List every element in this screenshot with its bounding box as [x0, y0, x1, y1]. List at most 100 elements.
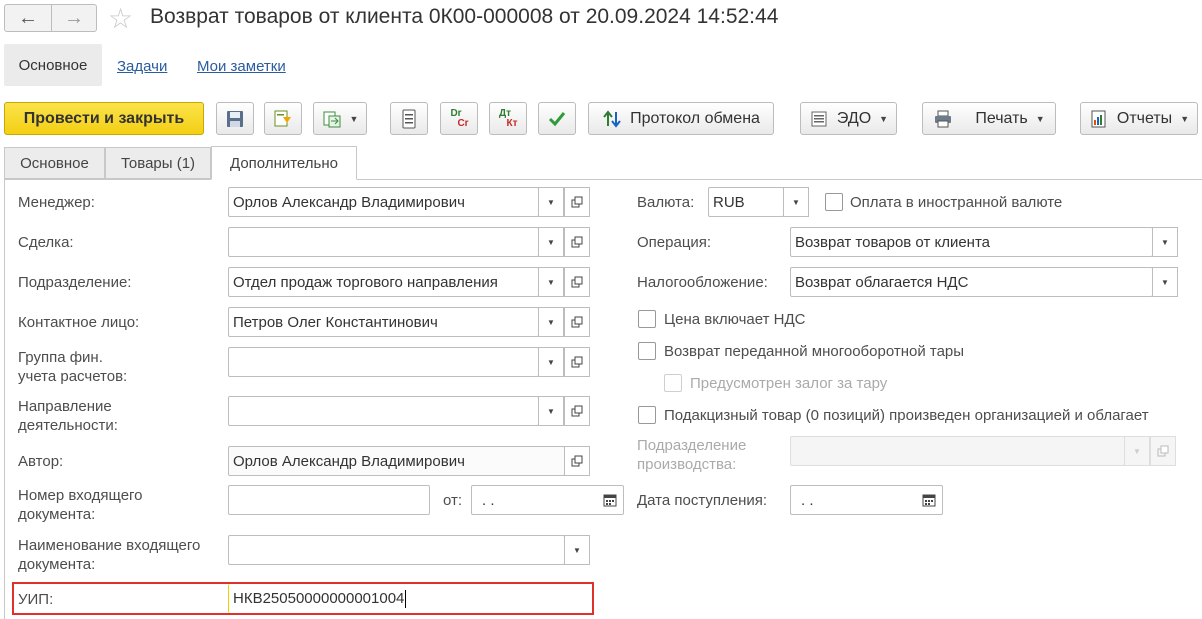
post-button[interactable]	[264, 102, 302, 135]
open-window-icon	[571, 276, 583, 288]
foreign-currency-checkbox[interactable]	[825, 193, 843, 211]
report-icon	[1091, 110, 1106, 127]
create-based-on-button[interactable]: ▼	[313, 102, 367, 135]
price-includes-vat-label: Цена включает НДС	[664, 311, 806, 328]
chevron-down-icon: ▼	[547, 406, 555, 416]
cr-label: Cr	[457, 117, 469, 129]
deal-field[interactable]	[228, 227, 539, 257]
dr-cr-button[interactable]: Dr Cr	[440, 102, 478, 135]
section-notes-link[interactable]: Мои заметки	[197, 58, 286, 75]
tab-pane-border	[4, 179, 5, 619]
reports-button[interactable]: Отчеты ▼	[1080, 102, 1198, 135]
returnable-tare-label: Возврат переданной многооборотной тары	[664, 343, 965, 360]
excise-checkbox[interactable]	[638, 406, 656, 424]
fin-group-label-line2: учета расчетов:	[18, 368, 128, 385]
incoming-number-label-line1: Номер входящего	[18, 487, 143, 504]
tab-main[interactable]: Основное	[4, 147, 105, 179]
fin-group-field[interactable]	[228, 347, 539, 377]
fin-group-open-button[interactable]	[564, 347, 590, 377]
direction-field[interactable]	[228, 396, 539, 426]
print-button[interactable]: Печать ▼	[922, 102, 1056, 135]
taxation-field[interactable]: Возврат облагается НДС	[790, 267, 1153, 297]
operation-field[interactable]: Возврат товаров от клиента	[790, 227, 1153, 257]
post-document-icon	[274, 110, 291, 126]
uip-field[interactable]: НКВ25050000000001004	[228, 584, 591, 613]
forward-button[interactable]: →	[51, 4, 97, 32]
dt-kt-button[interactable]: Дт Кт	[489, 102, 527, 135]
structure-button[interactable]	[390, 102, 428, 135]
chevron-down-icon: ▼	[1133, 446, 1141, 456]
open-window-icon	[571, 455, 583, 467]
taxation-label: Налогообложение:	[637, 274, 768, 291]
contact-open-button[interactable]	[564, 307, 590, 337]
check-button[interactable]	[538, 102, 576, 135]
checkmark-icon	[548, 111, 566, 126]
incoming-name-field[interactable]	[228, 535, 565, 565]
currency-dropdown[interactable]: ▼	[783, 187, 809, 217]
division-label: Подразделение:	[18, 274, 132, 291]
section-main[interactable]: Основное	[4, 44, 102, 86]
taxation-dropdown[interactable]: ▼	[1152, 267, 1178, 297]
tab-goods[interactable]: Товары (1)	[105, 147, 211, 179]
incoming-name-label-line1: Наименование входящего	[18, 537, 201, 554]
production-division-field[interactable]	[790, 436, 1125, 466]
star-icon[interactable]: ☆	[108, 2, 133, 35]
division-open-button[interactable]	[564, 267, 590, 297]
uip-label: УИП:	[18, 591, 54, 608]
division-field[interactable]: Отдел продаж торгового направления	[228, 267, 539, 297]
chevron-down-icon: ▼	[1161, 237, 1169, 247]
exchange-protocol-button[interactable]: Протокол обмена	[588, 102, 774, 135]
edo-button[interactable]: ЭДО ▼	[800, 102, 897, 135]
tare-deposit-checkbox[interactable]	[664, 374, 682, 392]
tab-divider	[4, 179, 1202, 180]
floppy-disk-icon	[227, 110, 243, 127]
chevron-down-icon: ▼	[1035, 113, 1045, 124]
text-cursor	[405, 589, 407, 608]
print-label: Печать	[975, 109, 1028, 127]
fin-group-dropdown[interactable]: ▼	[538, 347, 564, 377]
manager-open-button[interactable]	[564, 187, 590, 217]
production-division-label-line2: производства:	[637, 456, 737, 473]
contact-label: Контактное лицо:	[18, 314, 140, 331]
incoming-date-label: от:	[443, 492, 463, 509]
contact-field[interactable]: Петров Олег Константинович	[228, 307, 539, 337]
arrow-right-icon: →	[64, 6, 84, 29]
receipt-date-calendar-button[interactable]	[916, 485, 942, 515]
contact-dropdown[interactable]: ▼	[538, 307, 564, 337]
division-dropdown[interactable]: ▼	[538, 267, 564, 297]
arrow-left-icon: ←	[18, 6, 38, 29]
direction-open-button[interactable]	[564, 396, 590, 426]
operation-dropdown[interactable]: ▼	[1152, 227, 1178, 257]
direction-label-line2: деятельности:	[18, 417, 118, 434]
price-includes-vat-checkbox[interactable]	[638, 310, 656, 328]
chevron-down-icon: ▼	[547, 317, 555, 327]
back-button[interactable]: ←	[4, 4, 52, 32]
production-division-dropdown[interactable]: ▼	[1124, 436, 1150, 466]
author-field: Орлов Александр Владимирович	[228, 446, 565, 476]
chevron-down-icon: ▼	[1161, 277, 1169, 287]
tab-additional[interactable]: Дополнительно	[211, 146, 357, 180]
deal-open-button[interactable]	[564, 227, 590, 257]
excise-label: Подакцизный товар (0 позиций) произведен…	[664, 407, 1149, 424]
incoming-name-dropdown[interactable]: ▼	[564, 535, 590, 565]
post-and-close-button[interactable]: Провести и закрыть	[4, 102, 204, 135]
section-tasks-link[interactable]: Задачи	[117, 58, 167, 75]
save-button[interactable]	[216, 102, 254, 135]
incoming-name-label-line2: документа:	[18, 556, 96, 573]
fin-group-label-line1: Группа фин.	[18, 349, 103, 366]
author-open-button[interactable]	[564, 446, 590, 476]
deal-dropdown[interactable]: ▼	[538, 227, 564, 257]
returnable-tare-checkbox[interactable]	[638, 342, 656, 360]
incoming-date-calendar-button[interactable]	[597, 485, 623, 515]
open-window-icon	[571, 405, 583, 417]
receipt-date-label: Дата поступления:	[637, 492, 768, 509]
manager-field[interactable]: Орлов Александр Владимирович	[228, 187, 539, 217]
page-title: Возврат товаров от клиента 0К00-000008 о…	[150, 5, 779, 28]
currency-field[interactable]: RUB	[708, 187, 784, 217]
incoming-number-field[interactable]	[228, 485, 430, 515]
chevron-down-icon: ▼	[573, 545, 581, 555]
foreign-currency-label: Оплата в иностранной валюте	[850, 194, 1063, 211]
manager-dropdown[interactable]: ▼	[538, 187, 564, 217]
production-division-open-button[interactable]	[1150, 436, 1176, 466]
direction-dropdown[interactable]: ▼	[538, 396, 564, 426]
